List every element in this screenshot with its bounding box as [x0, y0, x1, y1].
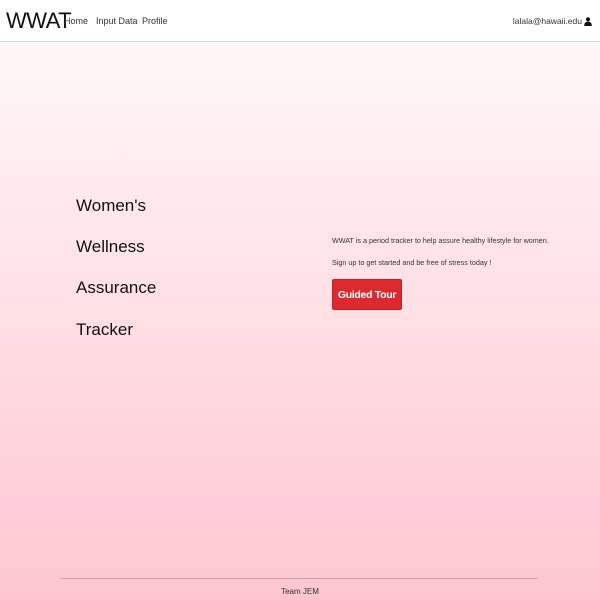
- nav-link-profile[interactable]: Profile: [142, 15, 168, 27]
- hero-title-word-1: Women's: [76, 196, 147, 215]
- top-navbar: WWAT Home Input Data Profile lalala@hawa…: [0, 0, 600, 42]
- brand-logo[interactable]: WWAT: [6, 8, 72, 34]
- guided-tour-button[interactable]: Guided Tour: [332, 279, 402, 310]
- hero-title-word-3: Assurance: [76, 278, 157, 297]
- nav-link-home[interactable]: Home: [64, 15, 88, 27]
- nav-link-input-data[interactable]: Input Data: [96, 15, 138, 27]
- footer-divider: [60, 578, 538, 579]
- user-menu[interactable]: lalala@hawaii.edu: [513, 15, 592, 27]
- hero-title-word-4: Tracker: [76, 320, 133, 339]
- hero-title-word-2: Wellness: [76, 237, 145, 256]
- hero-signup-text: Sign up to get started and be free of st…: [332, 258, 492, 267]
- footer-team-label: Team JEM: [281, 587, 319, 596]
- user-email: lalala@hawaii.edu: [512, 16, 582, 26]
- hero-description: WWAT is a period tracker to help assure …: [332, 236, 549, 245]
- user-icon: [584, 16, 592, 26]
